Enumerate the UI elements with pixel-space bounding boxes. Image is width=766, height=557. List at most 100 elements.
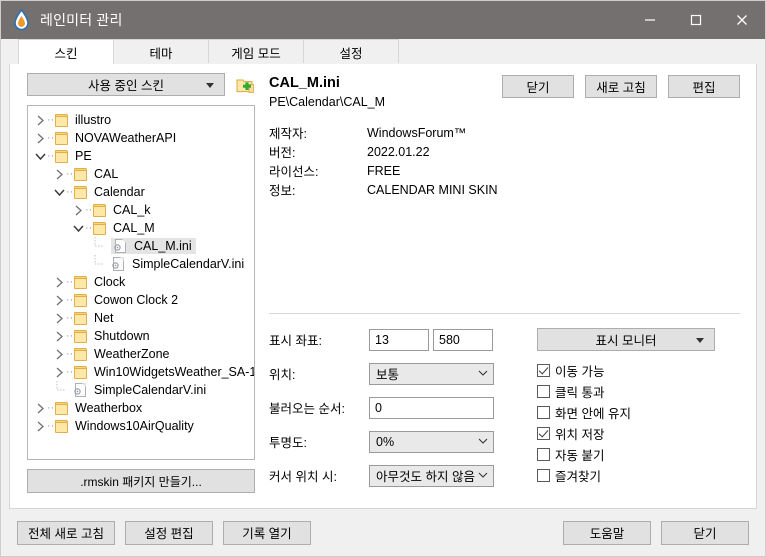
minimize-icon[interactable] [627, 1, 673, 39]
tree-file-node[interactable]: SimpleCalendarV.ini [28, 381, 254, 399]
chevron-right-icon[interactable] [53, 294, 66, 307]
tree-node-content[interactable]: SimpleCalendarV.ini [111, 256, 245, 272]
edit-skin-button[interactable]: 편집 [668, 75, 740, 98]
checkbox-row[interactable]: 자동 붙기 [537, 444, 740, 465]
tree-node-label: Windows10AirQuality [75, 419, 194, 433]
chevron-right-icon[interactable] [53, 366, 66, 379]
checkbox-unchecked-icon[interactable] [537, 385, 550, 398]
coordinate-y-input[interactable]: 580 [433, 328, 493, 351]
tree-node-content[interactable]: Clock [73, 275, 125, 289]
tree-node-content[interactable]: CAL_M [92, 221, 155, 235]
tree-node-content[interactable]: SimpleCalendarV.ini [73, 382, 206, 398]
tree-node-content[interactable]: WeatherZone [73, 347, 170, 361]
hover-action-select[interactable]: 아무것도 하지 않음 [369, 464, 494, 487]
refresh-all-button[interactable]: 전체 새로 고침 [17, 520, 115, 545]
tree-folder-node[interactable]: ·· CAL_M [28, 219, 254, 237]
chevron-right-icon[interactable] [53, 348, 66, 361]
tree-node-content[interactable]: CAL_k [92, 203, 151, 217]
tab-2[interactable]: 게임 모드 [208, 39, 304, 64]
unload-skin-button[interactable]: 닫기 [502, 75, 574, 98]
checkbox-row[interactable]: 클릭 통과 [537, 381, 740, 402]
tree-node-content[interactable]: Cowon Clock 2 [73, 293, 178, 307]
tree-node-label: SimpleCalendarV.ini [132, 257, 245, 271]
tree-folder-node[interactable]: ·· CAL_k [28, 201, 254, 219]
tree-connector-dots: ·· [66, 312, 74, 324]
chevron-right-icon[interactable] [53, 312, 66, 325]
tree-connector-dots: ·· [66, 348, 74, 360]
tree-folder-node[interactable]: ·· Shutdown [28, 327, 254, 345]
tree-node-content[interactable]: CAL_M.ini [111, 238, 196, 254]
checkbox-row[interactable]: 위치 저장 [537, 423, 740, 444]
chevron-down-icon[interactable] [53, 186, 66, 199]
tree-folder-node[interactable]: ·· Windows10AirQuality [28, 417, 254, 435]
close-dialog-button[interactable]: 닫기 [661, 520, 749, 545]
tree-file-node[interactable]: SimpleCalendarV.ini [28, 255, 254, 273]
tree-node-content[interactable]: illustro [54, 113, 111, 127]
chevron-right-icon[interactable] [34, 420, 47, 433]
display-monitor-button[interactable]: 표시 모니터 [537, 328, 715, 351]
tree-folder-node[interactable]: ·· Calendar [28, 183, 254, 201]
load-order-input[interactable]: 0 [369, 396, 494, 419]
skins-tree[interactable]: ·· illustro ·· NOVAWeatherAPI ·· PE ·· CAL ·· Cal… [27, 105, 255, 460]
edit-settings-button[interactable]: 설정 편집 [124, 520, 213, 545]
tree-node-content[interactable]: Calendar [73, 185, 145, 199]
folder-icon [73, 329, 89, 343]
tree-node-content[interactable]: CAL [73, 167, 118, 181]
chevron-right-icon[interactable] [53, 330, 66, 343]
tree-node-label: Net [94, 311, 114, 325]
chevron-right-icon[interactable] [34, 402, 47, 415]
coordinate-y-value: 580 [439, 332, 460, 347]
tree-node-content[interactable]: Windows10AirQuality [54, 419, 194, 433]
tree-folder-node[interactable]: ·· Net [28, 309, 254, 327]
tree-node-content[interactable]: PE [54, 149, 92, 163]
checkbox-unchecked-icon[interactable] [537, 406, 550, 419]
ini-file-icon [111, 256, 127, 272]
skin-filter-dropdown[interactable]: 사용 중인 스킨 [27, 73, 225, 96]
chevron-down-icon[interactable] [72, 222, 85, 235]
coordinate-x-input[interactable]: 13 [369, 328, 429, 351]
position-select[interactable]: 보통 [369, 362, 494, 385]
help-label: 도움말 [589, 527, 625, 541]
chevron-right-icon[interactable] [72, 204, 85, 217]
tree-folder-node[interactable]: ·· Win10WidgetsWeather_SA-1 [28, 363, 254, 381]
tree-folder-node[interactable]: ·· Cowon Clock 2 [28, 291, 254, 309]
tree-folder-node[interactable]: ·· PE [28, 147, 254, 165]
ini-file-icon [113, 238, 129, 254]
create-rmskin-package-button[interactable]: .rmskin 패키지 만들기... [27, 469, 255, 493]
tree-node-content[interactable]: Weatherbox [54, 401, 142, 415]
checkbox-unchecked-icon[interactable] [537, 469, 550, 482]
refresh-skin-button[interactable]: 새로 고침 [585, 75, 657, 98]
chevron-right-icon[interactable] [34, 114, 47, 127]
checkbox-row[interactable]: 화면 안에 유지 [537, 402, 740, 423]
chevron-down-icon[interactable] [34, 150, 47, 163]
tree-folder-node[interactable]: ·· illustro [28, 111, 254, 129]
checkbox-row[interactable]: 즐겨찾기 [537, 465, 740, 486]
tree-folder-node[interactable]: ·· Weatherbox [28, 399, 254, 417]
tree-file-node[interactable]: CAL_M.ini [28, 237, 254, 255]
transparency-select[interactable]: 0% [369, 430, 494, 453]
checkbox-checked-icon[interactable] [537, 427, 550, 440]
tab-1[interactable]: 테마 [113, 39, 209, 64]
transparency-row: 투명도: 0% [269, 430, 517, 453]
tree-node-content[interactable]: Net [73, 311, 113, 325]
tree-node-content[interactable]: NOVAWeatherAPI [54, 131, 176, 145]
close-icon[interactable] [719, 1, 765, 39]
chevron-right-icon[interactable] [53, 276, 66, 289]
checkbox-checked-icon[interactable] [537, 364, 550, 377]
tree-folder-node[interactable]: ·· NOVAWeatherAPI [28, 129, 254, 147]
checkbox-unchecked-icon[interactable] [537, 448, 550, 461]
help-button[interactable]: 도움말 [563, 520, 651, 545]
chevron-right-icon[interactable] [34, 132, 47, 145]
tree-node-content[interactable]: Shutdown [73, 329, 150, 343]
tree-folder-node[interactable]: ·· CAL [28, 165, 254, 183]
open-log-button[interactable]: 기록 열기 [222, 520, 311, 545]
tab-3[interactable]: 설정 [303, 39, 399, 64]
checkbox-row[interactable]: 이동 가능 [537, 360, 740, 381]
add-folder-icon[interactable] [236, 76, 254, 94]
tab-0[interactable]: 스킨 [18, 39, 114, 64]
tree-folder-node[interactable]: ·· Clock [28, 273, 254, 291]
chevron-right-icon[interactable] [53, 168, 66, 181]
tree-folder-node[interactable]: ·· WeatherZone [28, 345, 254, 363]
tree-node-content[interactable]: Win10WidgetsWeather_SA-1 [73, 365, 254, 379]
maximize-icon[interactable] [673, 1, 719, 39]
